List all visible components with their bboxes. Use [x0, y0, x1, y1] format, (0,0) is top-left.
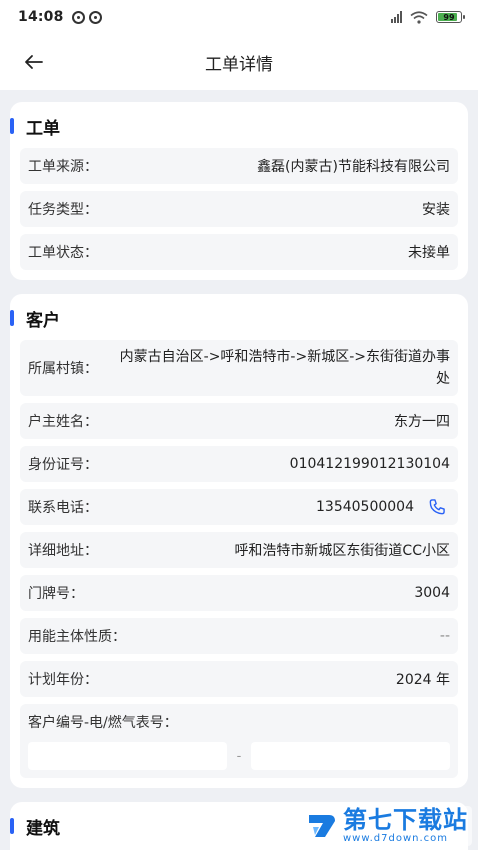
field-value: 13540500004: [316, 499, 414, 515]
row-order-status: 工单状态： 未接单: [20, 234, 458, 270]
field-value: 2024 年: [395, 672, 450, 688]
gas-meter-input[interactable]: [251, 742, 451, 770]
status-time: 14:08: [18, 9, 64, 25]
section-accent-bar: [10, 118, 14, 134]
section-title-customer: 客户: [26, 310, 60, 331]
row-address: 详细地址： 呼和浩特市新城区东街街道CC小区: [20, 532, 458, 568]
meter-inputs: -: [28, 742, 451, 770]
section-header: 工单: [10, 110, 458, 142]
main-content: 工单 工单来源： 鑫磊(内蒙古)节能科技有限公司 任务类型： 安装 工单状态： …: [0, 90, 478, 850]
section-title-building: 建筑: [26, 818, 60, 839]
field-label: 计划年份：: [28, 672, 98, 688]
row-order-source: 工单来源： 鑫磊(内蒙古)节能科技有限公司: [20, 148, 458, 184]
customer-card: 客户 所属村镇： 内蒙古自治区->呼和浩特市->新城区->东街街道办事处 户主姓…: [10, 294, 468, 788]
field-label: 客户编号-电/燃气表号：: [28, 715, 178, 731]
field-label: 详细地址：: [28, 543, 98, 559]
section-header: 客户: [10, 302, 458, 334]
watermark: 第七下载站 www.d7down.com: [301, 806, 472, 846]
watermark-logo-icon: [309, 815, 335, 837]
row-village: 所属村镇： 内蒙古自治区->呼和浩特市->新城区->东街街道办事处: [20, 340, 458, 396]
field-label: 身份证号：: [28, 457, 98, 473]
row-meter-number: 客户编号-电/燃气表号： -: [20, 704, 458, 778]
field-value: 010412199012130104: [289, 456, 450, 472]
wifi-icon: [410, 10, 428, 24]
field-label: 户主姓名：: [28, 414, 98, 430]
notification-icon: [88, 10, 102, 24]
watermark-url: www.d7down.com: [343, 833, 449, 844]
page-title: 工单详情: [205, 54, 273, 75]
field-label: 任务类型：: [28, 202, 98, 218]
arrow-left-icon: [25, 55, 43, 69]
electric-meter-input[interactable]: [28, 742, 227, 770]
nav-bar: 工单详情: [0, 34, 478, 90]
back-button[interactable]: [12, 40, 56, 84]
section-title-order: 工单: [26, 118, 60, 139]
field-label: 工单来源：: [28, 159, 98, 175]
row-owner-name: 户主姓名： 东方一四: [20, 403, 458, 439]
section-accent-bar: [10, 310, 14, 326]
field-label: 联系电话：: [28, 500, 98, 516]
status-right: 99: [391, 10, 465, 24]
field-label: 门牌号：: [28, 586, 84, 602]
field-value: 鑫磊(内蒙古)节能科技有限公司: [257, 159, 450, 175]
row-phone: 联系电话： 13540500004: [20, 489, 458, 525]
meter-separator: -: [236, 748, 242, 764]
section-accent-bar: [10, 818, 14, 834]
battery-level: 99: [443, 12, 455, 22]
notification-icon: [71, 10, 85, 24]
battery-icon: 99: [436, 11, 465, 23]
signal-icon: [391, 11, 402, 23]
phone-icon[interactable]: [424, 494, 450, 520]
row-energy-nature: 用能主体性质： --: [20, 618, 458, 654]
field-label: 用能主体性质：: [28, 629, 126, 645]
field-label: 工单状态：: [28, 245, 98, 261]
row-plan-year: 计划年份： 2024 年: [20, 661, 458, 697]
status-bar: 14:08 99: [0, 0, 478, 34]
field-value: 3004: [414, 585, 450, 601]
notification-icons: [71, 10, 102, 24]
row-task-type: 任务类型： 安装: [20, 191, 458, 227]
field-label: 所属村镇：: [28, 361, 98, 377]
order-card: 工单 工单来源： 鑫磊(内蒙古)节能科技有限公司 任务类型： 安装 工单状态： …: [10, 102, 468, 280]
row-door-number: 门牌号： 3004: [20, 575, 458, 611]
field-value: --: [439, 628, 450, 644]
field-value: 呼和浩特市新城区东街街道CC小区: [234, 543, 450, 559]
field-value: 未接单: [408, 245, 450, 261]
field-value: 安装: [422, 202, 450, 218]
watermark-text: 第七下载站: [343, 806, 468, 834]
field-value: 内蒙古自治区->呼和浩特市->新城区->东街街道办事处: [119, 349, 450, 387]
row-id-number: 身份证号： 010412199012130104: [20, 446, 458, 482]
field-value: 东方一四: [394, 414, 450, 430]
